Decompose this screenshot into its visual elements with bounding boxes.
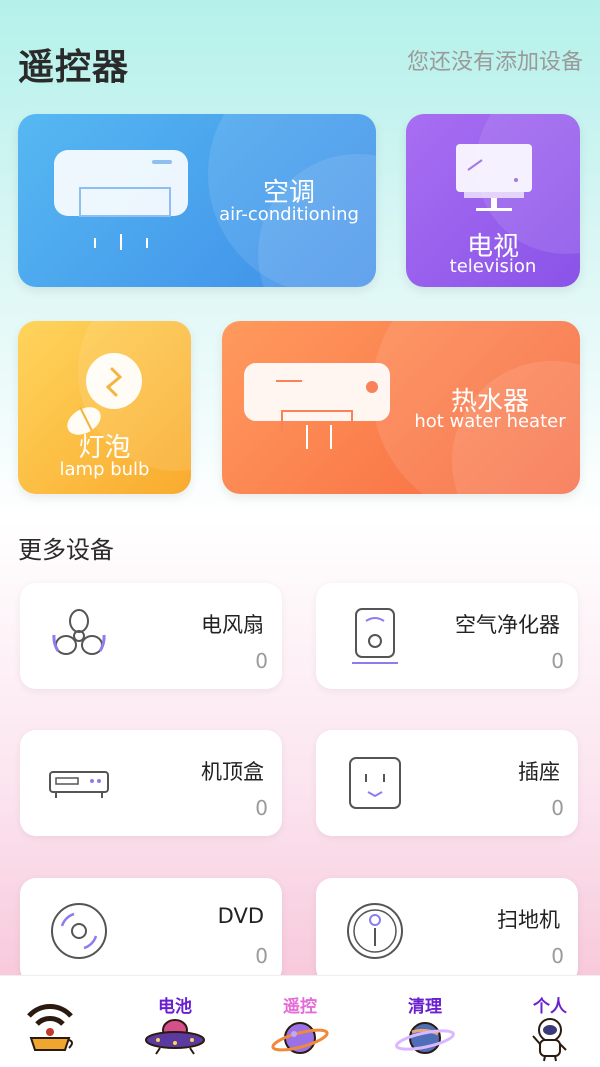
astronaut-icon <box>532 1018 567 1062</box>
device-name: 插座 <box>518 760 560 784</box>
television-icon <box>456 144 532 211</box>
device-robot-vacuum[interactable]: 扫地机 0 <box>316 878 578 984</box>
device-dvd[interactable]: DVD 0 <box>20 878 282 984</box>
tab-label: 遥控 <box>283 997 317 1017</box>
tab-battery[interactable]: 电池 <box>125 976 225 1067</box>
dvd-icon <box>51 903 107 959</box>
device-name: 电风扇 <box>201 613 264 637</box>
card-water-heater[interactable]: 热水器 hot water heater <box>222 321 580 494</box>
device-count: 0 <box>551 944 564 968</box>
device-air-purifier[interactable]: 空气净化器 0 <box>316 583 578 689</box>
card-tv-sublabel: television <box>449 256 537 277</box>
device-socket[interactable]: 插座 0 <box>316 730 578 836</box>
device-fan[interactable]: 电风扇 0 <box>20 583 282 689</box>
card-air-conditioner[interactable]: 空调 air-conditioning <box>18 114 376 287</box>
tab-label: 清理 <box>408 997 442 1017</box>
tab-label: 电池 <box>158 997 192 1017</box>
device-name: 扫地机 <box>497 908 560 932</box>
device-count: 0 <box>551 796 564 820</box>
bottom-tab-bar: 电池 遥控 清理 个人 <box>0 975 600 1067</box>
device-name: 空气净化器 <box>455 613 560 637</box>
tab-clean[interactable]: 清理 <box>375 976 475 1067</box>
device-set-top-box[interactable]: 机顶盒 0 <box>20 730 282 836</box>
air-purifier-icon <box>352 608 398 664</box>
card-lamp-bulb[interactable]: 灯泡 lamp bulb <box>18 321 191 494</box>
more-devices-title: 更多设备 <box>18 536 114 564</box>
tab-label: 个人 <box>533 997 567 1017</box>
fan-icon <box>52 609 106 655</box>
card-lamp-sublabel: lamp bulb <box>59 459 150 480</box>
wifi-cup-icon <box>27 1004 73 1051</box>
tab-remote[interactable]: 遥控 <box>250 976 350 1067</box>
tab-wifi[interactable] <box>0 976 100 1067</box>
device-count: 0 <box>255 649 268 673</box>
card-ac-sublabel: air-conditioning <box>219 204 359 225</box>
ringed-planet-icon <box>395 1022 455 1054</box>
lamp-bulb-icon <box>67 353 142 435</box>
card-heater-sublabel: hot water heater <box>414 411 566 432</box>
ufo-icon <box>145 1019 205 1055</box>
device-name: DVD <box>217 904 264 928</box>
device-count: 0 <box>551 649 564 673</box>
no-device-hint[interactable]: 您还没有添加设备 <box>407 44 583 76</box>
header: 遥控器 您还没有添加设备 <box>18 38 583 88</box>
device-count: 0 <box>255 796 268 820</box>
socket-icon <box>349 757 401 809</box>
planet-icon <box>271 1022 329 1054</box>
device-name: 机顶盒 <box>201 760 264 784</box>
robot-vacuum-icon <box>347 903 403 959</box>
card-television[interactable]: 电视 television <box>406 114 580 287</box>
set-top-box-icon <box>49 771 109 798</box>
air-conditioner-icon <box>54 150 188 250</box>
water-heater-icon <box>244 363 390 449</box>
device-count: 0 <box>255 944 268 968</box>
tab-profile[interactable]: 个人 <box>500 976 600 1067</box>
page-title: 遥控器 <box>18 47 130 88</box>
